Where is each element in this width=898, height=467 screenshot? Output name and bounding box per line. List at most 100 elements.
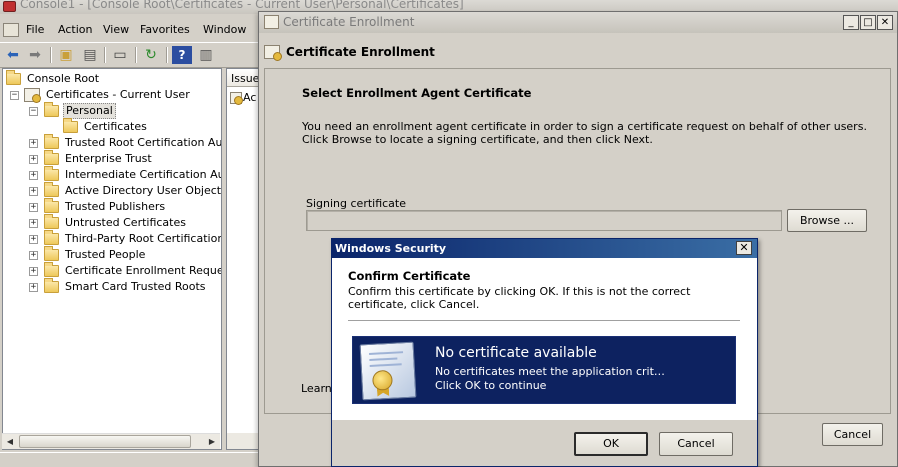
divider [348, 320, 740, 321]
tree-item-personal[interactable]: Personal [44, 102, 116, 119]
expand-toggle-icon[interactable]: + [29, 267, 38, 276]
maximize-icon[interactable]: □ [860, 15, 876, 30]
menu-favorites[interactable]: Favorites [140, 23, 190, 36]
collapse-toggle-icon[interactable]: − [29, 107, 38, 116]
help-icon[interactable]: ? [172, 46, 192, 64]
up-folder-icon[interactable]: ▣ [56, 46, 76, 64]
windows-security-dialog: Windows Security ✕ Confirm Certificate C… [331, 238, 758, 467]
toolbar-separator [135, 47, 137, 63]
enrollment-cancel-button[interactable]: Cancel [822, 423, 883, 446]
close-icon[interactable]: ✕ [736, 241, 752, 255]
enrollment-titlebar[interactable]: Certificate Enrollment _ □ ✕ [259, 12, 897, 33]
enrollment-header: Certificate Enrollment [264, 38, 892, 66]
learn-more-link[interactable]: Learn [301, 382, 332, 395]
security-dialog-title: Windows Security [335, 242, 447, 255]
tree-item-label: Certificates [84, 120, 147, 133]
signing-certificate-label: Signing certificate [306, 197, 407, 210]
show-hide-tree-icon[interactable]: ▤ [80, 46, 100, 64]
folder-icon [44, 198, 59, 213]
tree-item-smart-card-trusted-roots[interactable]: Smart Card Trusted Roots [44, 278, 208, 295]
tree-item-certificate-enrollment-requests[interactable]: Certificate Enrollment Requests [44, 262, 221, 279]
console-result-pane[interactable]: Issue Ac [226, 68, 262, 450]
folder-icon [44, 134, 59, 149]
refresh-icon[interactable]: ↻ [141, 46, 161, 64]
list-item[interactable]: Ac [230, 91, 257, 105]
menu-view[interactable]: View [103, 23, 129, 36]
menu-window[interactable]: Window [203, 23, 246, 36]
confirm-certificate-heading: Confirm Certificate [348, 269, 471, 283]
result-horizontal-scrollbar[interactable] [227, 433, 261, 449]
tree-item-enterprise-trust[interactable]: Enterprise Trust [44, 150, 154, 167]
forward-arrow-icon[interactable]: ➡ [25, 46, 45, 64]
tree-item-label: Console Root [27, 72, 100, 85]
certificate-tile-line: Click OK to continue [435, 379, 547, 392]
tree-item-certificates[interactable]: Certificates [63, 118, 149, 135]
back-arrow-icon[interactable]: ⬅ [3, 46, 23, 64]
expand-toggle-icon[interactable]: + [29, 219, 38, 228]
certificate-text-line [369, 357, 398, 361]
expand-toggle-icon[interactable]: + [29, 235, 38, 244]
tree-item-label: Trusted Root Certification Autho [65, 136, 222, 149]
minimize-icon[interactable]: _ [843, 15, 859, 30]
tree-item-label: Certificates - Current User [46, 88, 190, 101]
scroll-right-icon[interactable]: ▶ [205, 436, 219, 448]
mmc-app-icon [3, 1, 16, 12]
enrollment-header-title: Certificate Enrollment [286, 45, 435, 59]
console-toolbar: ⬅ ➡ ▣ ▤ ▭ ↻ ? ▥ [0, 42, 260, 68]
scroll-left-icon[interactable]: ◀ [3, 436, 17, 448]
console-tree-pane[interactable]: Console Root − Certificates - Current Us… [2, 68, 222, 450]
expand-toggle-icon[interactable]: + [29, 251, 38, 260]
tree-item-label: Trusted People [65, 248, 146, 261]
tree-item-trusted-root[interactable]: Trusted Root Certification Autho [44, 134, 222, 151]
tree-item-certificates-current-user[interactable]: Certificates - Current User [24, 87, 192, 103]
enrollment-window-title: Certificate Enrollment [283, 15, 415, 29]
expand-toggle-icon[interactable]: + [29, 283, 38, 292]
tree-item-trusted-publishers[interactable]: Trusted Publishers [44, 198, 167, 215]
collapse-toggle-icon[interactable]: − [10, 91, 19, 100]
close-icon[interactable]: ✕ [877, 15, 893, 30]
page-heading: Select Enrollment Agent Certificate [302, 86, 532, 100]
expand-toggle-icon[interactable]: + [29, 187, 38, 196]
menu-file[interactable]: File [26, 23, 44, 36]
tree-item-untrusted-certificates[interactable]: Untrusted Certificates [44, 214, 188, 231]
expand-toggle-icon[interactable]: + [29, 203, 38, 212]
tree-item-label: Enterprise Trust [65, 152, 152, 165]
browse-button[interactable]: Browse ... [787, 209, 867, 232]
scrollbar-thumb[interactable] [19, 435, 191, 448]
expand-toggle-icon[interactable]: + [29, 139, 38, 148]
tree-item-active-directory-user-object[interactable]: Active Directory User Object [44, 182, 221, 199]
ok-button[interactable]: OK [574, 432, 648, 456]
column-header-issued-to[interactable]: Issue [227, 69, 261, 87]
toolbar-separator [104, 47, 106, 63]
security-content: Confirm Certificate Confirm this certifi… [332, 258, 757, 420]
certificate-tile[interactable]: No certificate available No certificates… [352, 336, 736, 404]
certificate-store-icon [24, 88, 41, 103]
folder-icon [44, 278, 59, 293]
security-cancel-button[interactable]: Cancel [659, 432, 733, 456]
folder-icon [44, 246, 59, 261]
certificate-text-line [369, 363, 402, 367]
security-titlebar[interactable]: Windows Security ✕ [332, 239, 757, 258]
console-system-menu-icon[interactable] [3, 23, 19, 37]
tree-item-intermediate[interactable]: Intermediate Certification Autho [44, 166, 221, 183]
tree-item-trusted-people[interactable]: Trusted People [44, 246, 147, 263]
list-item-label: Ac [243, 91, 257, 104]
properties-icon[interactable]: ▥ [196, 46, 216, 64]
console-menubar: File Action View Favorites Window [0, 20, 260, 40]
certificate-icon [359, 341, 417, 401]
folder-icon [44, 150, 59, 165]
signing-certificate-field[interactable] [306, 210, 782, 231]
tree-item-console-root[interactable]: Console Root [6, 70, 101, 87]
menu-action[interactable]: Action [58, 23, 92, 36]
folder-icon [44, 182, 59, 197]
tree-horizontal-scrollbar[interactable]: ◀ ▶ [2, 433, 220, 449]
certificate-tile-line: No certificates meet the application cri… [435, 365, 665, 378]
tree-item-label: Third-Party Root Certification Au [65, 232, 222, 245]
expand-toggle-icon[interactable]: + [29, 155, 38, 164]
confirm-certificate-description: Confirm this certificate by clicking OK.… [348, 285, 691, 311]
expand-toggle-icon[interactable]: + [29, 171, 38, 180]
certificate-tile-title: No certificate available [435, 345, 597, 361]
tree-item-label: Smart Card Trusted Roots [65, 280, 206, 293]
copy-icon[interactable]: ▭ [110, 46, 130, 64]
tree-item-third-party-root[interactable]: Third-Party Root Certification Au [44, 230, 222, 247]
